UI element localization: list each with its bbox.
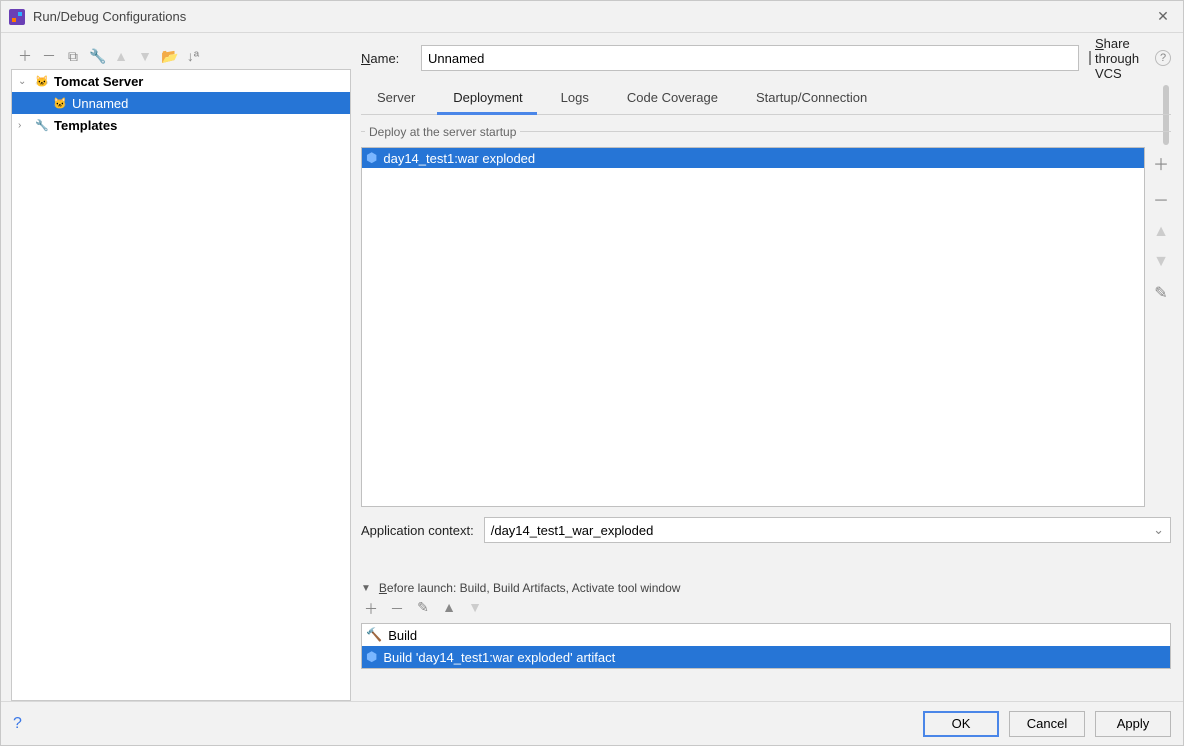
down-icon[interactable]: ▼ xyxy=(467,599,483,619)
list-item[interactable]: ⬢ Build 'day14_test1:war exploded' artif… xyxy=(362,646,1170,668)
tomcat-icon: 🐱 xyxy=(34,73,50,89)
tree-node-tomcat[interactable]: ⌄ 🐱 Tomcat Server xyxy=(12,70,350,92)
tomcat-icon: 🐱 xyxy=(52,95,68,111)
tabs: Server Deployment Logs Code Coverage Sta… xyxy=(361,81,1171,115)
app-context-label: Application context: xyxy=(361,523,474,538)
artifact-icon: ⬢ xyxy=(366,649,377,665)
tab-code-coverage[interactable]: Code Coverage xyxy=(617,84,728,111)
chevron-down-icon: ⌄ xyxy=(18,76,30,87)
configurations-tree[interactable]: ⌄ 🐱 Tomcat Server 🐱 Unnamed › 🔧 Template… xyxy=(11,69,351,701)
ok-button[interactable]: OK xyxy=(923,711,999,737)
add-icon[interactable]: ＋ xyxy=(1153,151,1169,175)
close-icon[interactable]: ✕ xyxy=(1151,8,1175,25)
checkbox-icon[interactable] xyxy=(1089,51,1091,65)
add-icon[interactable]: ＋ xyxy=(363,599,379,619)
remove-icon[interactable]: － xyxy=(1153,187,1169,211)
name-input[interactable] xyxy=(421,45,1079,71)
wrench-icon[interactable]: 🔧 xyxy=(89,48,105,65)
up-icon[interactable]: ▲ xyxy=(441,599,457,619)
deploy-header: Deploy at the server startup xyxy=(365,125,520,139)
help-icon[interactable]: ? xyxy=(13,715,22,733)
tree-node-templates[interactable]: › 🔧 Templates xyxy=(12,114,350,136)
edit-icon[interactable]: ✎ xyxy=(415,599,431,619)
tab-logs[interactable]: Logs xyxy=(551,84,599,111)
before-launch-list[interactable]: 🔨 Build ⬢ Build 'day14_test1:war explode… xyxy=(361,623,1171,669)
chevron-down-icon[interactable]: ▼ xyxy=(361,583,371,594)
wrench-icon: 🔧 xyxy=(34,117,50,133)
tree-toolbar: ＋ － ⧉ 🔧 ▲ ▼ 📂 ↓ª xyxy=(11,43,351,69)
help-icon[interactable]: ? xyxy=(1155,50,1171,66)
apply-button[interactable]: Apply xyxy=(1095,711,1171,737)
chevron-down-icon: ⌄ xyxy=(1153,522,1164,538)
down-icon[interactable]: ▼ xyxy=(1153,253,1169,271)
name-label: Name: xyxy=(361,51,411,66)
before-launch-header: BBefore launch: Build, Build Artifacts, … xyxy=(379,581,681,595)
up-icon[interactable]: ▲ xyxy=(113,48,129,64)
window-title: Run/Debug Configurations xyxy=(33,9,1151,24)
app-icon xyxy=(9,9,25,25)
folder-icon[interactable]: 📂 xyxy=(161,48,177,65)
deploy-list[interactable]: ⬢ day14_test1:war exploded xyxy=(361,147,1145,507)
artifact-icon: ⬢ xyxy=(366,150,377,166)
add-icon[interactable]: ＋ xyxy=(17,46,33,66)
tab-startup-connection[interactable]: Startup/Connection xyxy=(746,84,877,111)
up-icon[interactable]: ▲ xyxy=(1153,223,1169,241)
list-item[interactable]: 🔨 Build xyxy=(362,624,1170,646)
titlebar: Run/Debug Configurations ✕ xyxy=(1,1,1183,33)
copy-icon[interactable]: ⧉ xyxy=(65,48,81,65)
app-context-combo[interactable]: /day14_test1_war_exploded ⌄ xyxy=(484,517,1171,543)
hammer-icon: 🔨 xyxy=(366,627,382,643)
sort-icon[interactable]: ↓ª xyxy=(185,48,201,64)
edit-icon[interactable]: ✎ xyxy=(1154,283,1167,303)
tab-deployment[interactable]: Deployment xyxy=(443,84,532,111)
share-through-vcs[interactable]: SShare through VCShare through VCS xyxy=(1089,36,1139,81)
remove-icon[interactable]: － xyxy=(389,599,405,619)
cancel-button[interactable]: Cancel xyxy=(1009,711,1085,737)
remove-icon[interactable]: － xyxy=(41,46,57,66)
chevron-right-icon: › xyxy=(18,120,30,131)
tree-node-unnamed[interactable]: 🐱 Unnamed xyxy=(12,92,350,114)
deploy-item[interactable]: ⬢ day14_test1:war exploded xyxy=(362,148,1144,168)
tab-server[interactable]: Server xyxy=(367,84,425,111)
down-icon[interactable]: ▼ xyxy=(137,48,153,64)
